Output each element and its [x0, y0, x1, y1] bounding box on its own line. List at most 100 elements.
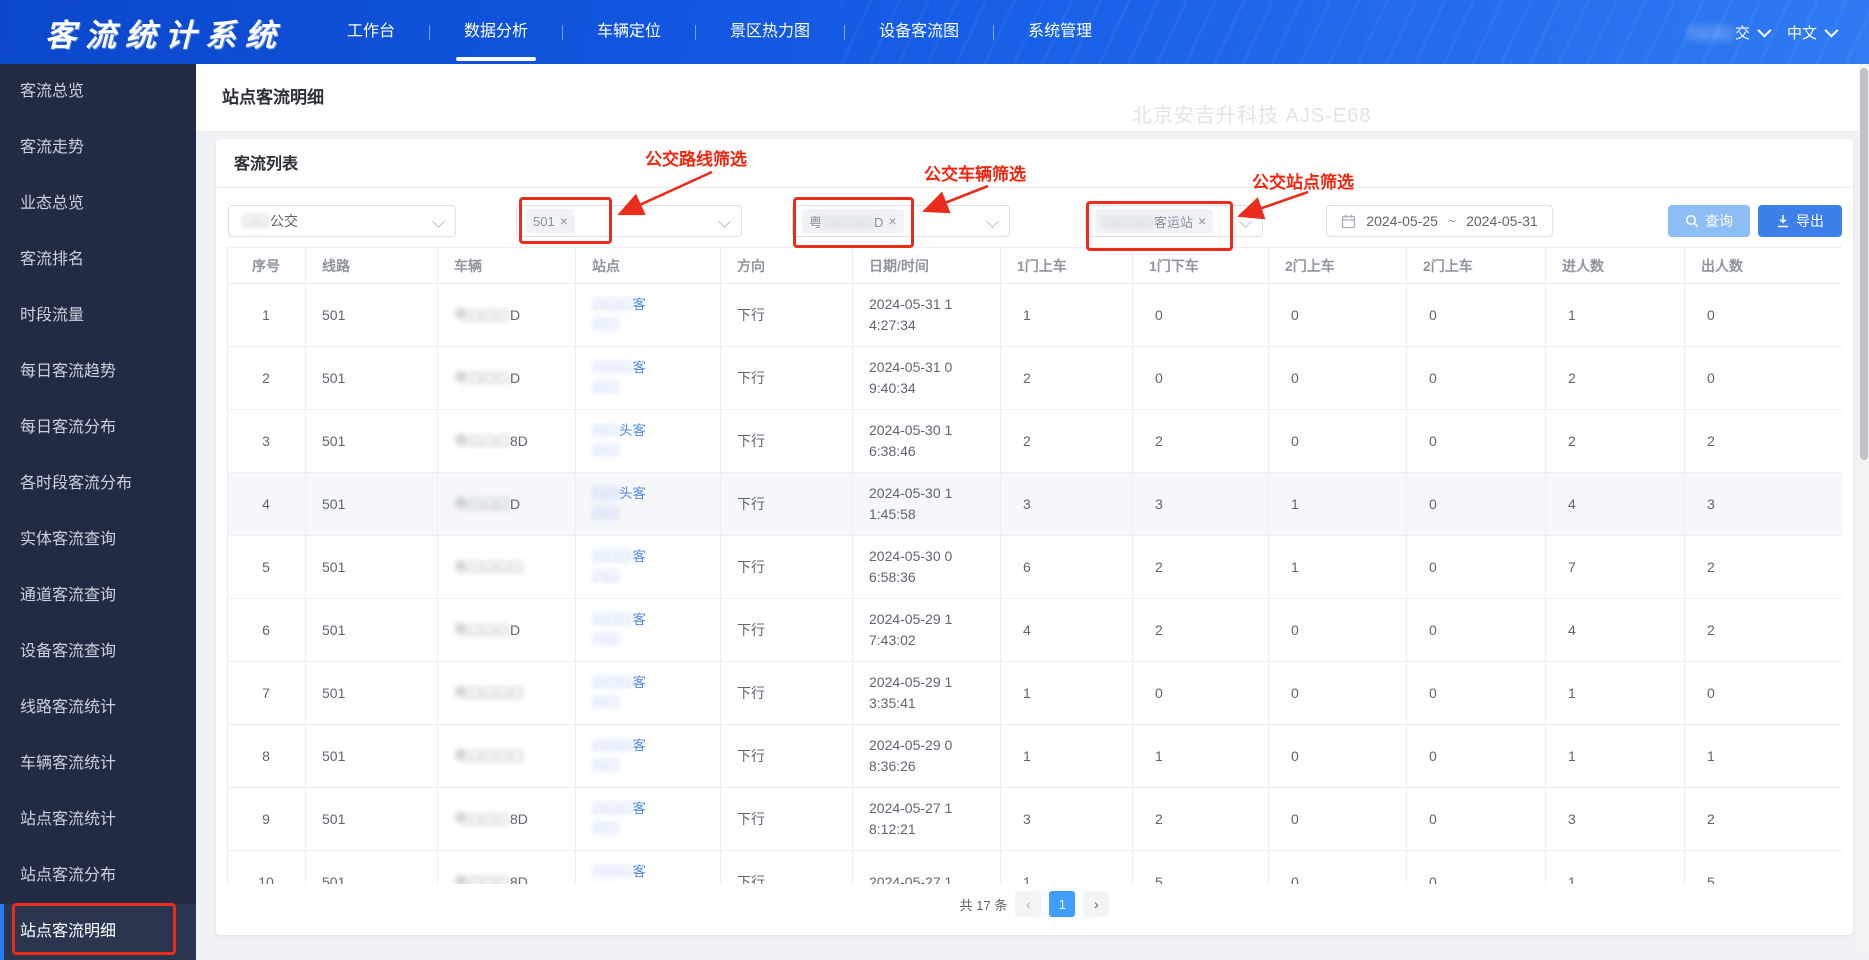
- date-end[interactable]: 2024-05-31: [1466, 213, 1538, 229]
- table-row[interactable]: 6 501 粤口口口D 口口口客 口口 下行 2024-05-29 1 7:43:02 4 2 0 0…: [227, 598, 1842, 662]
- table-row[interactable]: 4 501 粤口口口D 口口头客 口口 下行 2024-05-30 1 1:45:58 3 3 1 0…: [227, 472, 1842, 536]
- station-select[interactable]: 口口口口客运站 ×: [1085, 205, 1263, 237]
- sidebar-item-flow-ranking[interactable]: 客流排名: [0, 232, 196, 288]
- cell-num-4: 0: [1406, 661, 1546, 725]
- sidebar-item-daily-flow-distribution[interactable]: 每日客流分布: [0, 400, 196, 456]
- cell-vehicle: 粤口口口D: [437, 598, 576, 662]
- export-label: 导出: [1796, 213, 1824, 229]
- cell-num-6: 1: [1684, 724, 1842, 788]
- column-header-11: 出人数: [1684, 247, 1842, 284]
- cell-num-3: 0: [1268, 346, 1407, 410]
- cell-num-3: 0: [1268, 598, 1407, 662]
- sidebar-item-business-overview[interactable]: 业态总览: [0, 176, 196, 232]
- query-button[interactable]: 查询: [1668, 205, 1750, 237]
- vertical-scrollbar[interactable]: [1859, 64, 1869, 952]
- column-header-6: 1门上车: [1000, 247, 1133, 284]
- cell-num-5: 4: [1545, 472, 1685, 536]
- cell-vehicle: 粤口口口8D: [437, 409, 576, 473]
- sidebar-item-vehicle-flow-stats[interactable]: 车辆客流统计: [0, 736, 196, 792]
- cell-num-1: 1: [1000, 724, 1133, 788]
- date-range-picker[interactable]: 2024-05-25 ~ 2024-05-31: [1326, 205, 1553, 237]
- cell-num-1: 2: [1000, 346, 1133, 410]
- sidebar-item-station-flow-stats[interactable]: 站点客流统计: [0, 792, 196, 848]
- cell-num-1: 3: [1000, 787, 1133, 851]
- table-row[interactable]: 5 501 粤口口口口 口口口客 口口 下行 2024-05-30 0 6:58:36 6 2 1 0…: [227, 535, 1842, 599]
- table-row[interactable]: 1 501 粤口口口D 口口口客 口口 下行 2024-05-31 1 4:27:34 1 0 0 0…: [227, 283, 1842, 347]
- cell-num-2: 0: [1132, 346, 1269, 410]
- table-row[interactable]: 9 501 粤口口口8D 口口口客 口口 下行 2024-05-27 1 8:12:21 3 2 0…: [227, 787, 1842, 851]
- nav-device-flow-map[interactable]: 设备客流图: [845, 0, 993, 64]
- cell-direction: 下行: [720, 598, 853, 662]
- date-separator: ~: [1447, 213, 1457, 229]
- sidebar-item-route-flow-stats[interactable]: 线路客流统计: [0, 680, 196, 736]
- cell-num-5: 1: [1545, 850, 1685, 884]
- scrollbar-thumb[interactable]: [1860, 68, 1868, 460]
- date-start[interactable]: 2024-05-25: [1366, 213, 1438, 229]
- sidebar-item-device-flow-query[interactable]: 设备客流查询: [0, 624, 196, 680]
- station-tag[interactable]: 口口口口客运站 ×: [1095, 209, 1214, 233]
- pagination-page-1[interactable]: 1: [1049, 891, 1076, 917]
- close-icon[interactable]: ×: [1198, 214, 1206, 228]
- cell-num-3: 0: [1268, 409, 1407, 473]
- close-icon[interactable]: ×: [888, 214, 896, 228]
- chevron-down-icon: [1757, 23, 1772, 38]
- cell-station: 口口口客口口: [575, 283, 721, 347]
- nav-scenic-heatmap[interactable]: 景区热力图: [696, 0, 844, 64]
- user-menu[interactable]: 口口口交: [1687, 22, 1772, 43]
- cell-station: 口口头客 口口: [575, 409, 721, 473]
- table-row[interactable]: 10501粤口口口8D口口口客口口下行2024-05-27 1150015: [227, 850, 1842, 884]
- close-icon[interactable]: ×: [560, 214, 568, 228]
- sidebar-item-channel-flow-query[interactable]: 通道客流查询: [0, 568, 196, 624]
- table-row[interactable]: 3 501 粤口口口8D 口口头客 口口 下行 2024-05-30 1 6:38:46 2 2 0…: [227, 409, 1842, 473]
- sidebar-item-station-flow-distribution[interactable]: 站点客流分布: [0, 848, 196, 904]
- vehicle-tag[interactable]: 粤口口口口D ×: [802, 209, 904, 233]
- company-select[interactable]: 口口公交: [228, 205, 456, 237]
- cell-num-5: 2: [1545, 409, 1685, 473]
- cell-datetime: 2024-05-30 1 6:38:46: [852, 409, 1001, 473]
- cell-num-6: 0: [1684, 346, 1842, 410]
- cell-num-5: 1: [1545, 724, 1685, 788]
- cell-num-2: 5: [1132, 850, 1269, 884]
- username-suffix: 交: [1734, 24, 1750, 42]
- route-tag[interactable]: 501 ×: [526, 209, 575, 233]
- card-header: 客流列表: [216, 139, 1853, 188]
- cell-num-1: 1: [1000, 661, 1133, 725]
- table-row[interactable]: 7 501 粤口口口口 口口口客 口口 下行 2024-05-29 1 3:35:41 1 0 0 0…: [227, 661, 1842, 725]
- cell-num-3: 0: [1268, 787, 1407, 851]
- cell-direction: 下行: [720, 661, 853, 725]
- sidebar-item-flow-trend[interactable]: 客流走势: [0, 120, 196, 176]
- table-row[interactable]: 2 501 粤口口口D 口口口客 口口 下行 2024-05-31 0 9:40:34 2 0 0 0…: [227, 346, 1842, 410]
- cell-num-6: 0: [1684, 661, 1842, 725]
- sidebar-item-period-flow[interactable]: 时段流量: [0, 288, 196, 344]
- export-button[interactable]: 导出: [1758, 205, 1842, 237]
- pagination-next-button[interactable]: ›: [1083, 891, 1110, 917]
- cell-seq: 9: [227, 787, 306, 851]
- topbar-menu: 工作台 数据分析 车辆定位 景区热力图 设备客流图 系统管理: [313, 0, 1126, 64]
- flow-list-card: 客流列表 口口公交 501 × 粤口口口口D × 口口口口客运站 × 2024-…: [216, 139, 1853, 935]
- pagination-prev-button[interactable]: ‹: [1015, 891, 1042, 917]
- nav-system-management[interactable]: 系统管理: [994, 0, 1126, 64]
- cell-num-5: 3: [1545, 787, 1685, 851]
- flow-table-body: 1 501 粤口口口D 口口口客 口口 下行 2024-05-31 1 4:27:34 1 0 0 0…: [227, 283, 1842, 884]
- cell-seq: 8: [227, 724, 306, 788]
- cell-datetime: 2024-05-30 1 1:45:58: [852, 472, 1001, 536]
- column-header-10: 进人数: [1545, 247, 1685, 284]
- cell-num-2: 1: [1132, 724, 1269, 788]
- cell-num-3: 1: [1268, 535, 1407, 599]
- username-masked: 口口口: [1687, 24, 1733, 42]
- nav-vehicle-location[interactable]: 车辆定位: [563, 0, 695, 64]
- language-switcher[interactable]: 中文: [1787, 22, 1839, 43]
- cell-seq: 3: [227, 409, 306, 473]
- sidebar-item-daily-flow-trend[interactable]: 每日客流趋势: [0, 344, 196, 400]
- sidebar-item-entity-flow-query[interactable]: 实体客流查询: [0, 512, 196, 568]
- table-row[interactable]: 8 501 粤口口口口 口口口客 口口 下行 2024-05-29 0 8:36:26 1 1 0 0…: [227, 724, 1842, 788]
- nav-workbench[interactable]: 工作台: [313, 0, 429, 64]
- sidebar-item-flow-overview[interactable]: 客流总览: [0, 64, 196, 120]
- vehicle-select[interactable]: 粤口口口口D ×: [792, 205, 1010, 237]
- sidebar-item-period-flow-distribution[interactable]: 各时段客流分布: [0, 456, 196, 512]
- route-select[interactable]: 501 ×: [516, 205, 742, 237]
- cell-vehicle: 粤口口口D: [437, 283, 576, 347]
- cell-line: 501: [305, 409, 438, 473]
- nav-data-analysis[interactable]: 数据分析: [430, 0, 562, 64]
- column-header-9: 2门上车: [1406, 247, 1546, 284]
